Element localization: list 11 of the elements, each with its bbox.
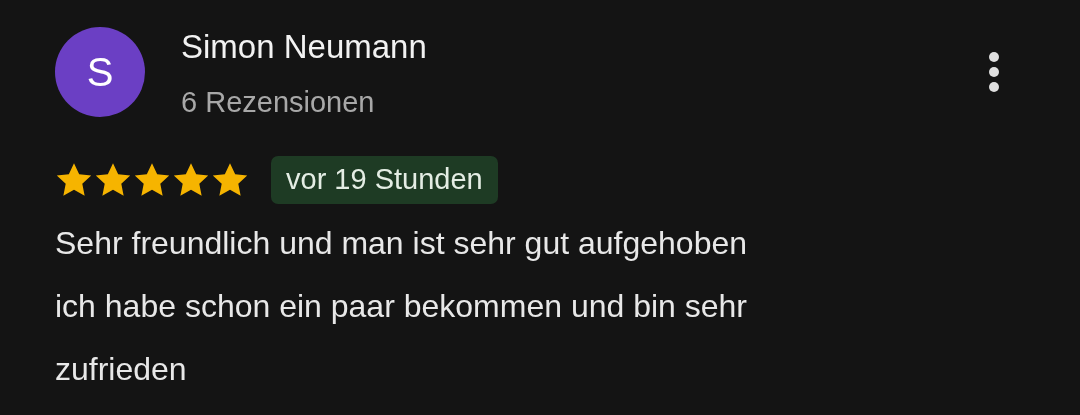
review-text: Sehr freundlich und man ist sehr gut aufgehoben ich habe schon ein paar bekommen und bin sehr zufrieden — [55, 224, 748, 389]
star-icon — [172, 162, 210, 198]
avatar: S — [55, 27, 145, 117]
star-icon — [94, 162, 132, 198]
star-icon — [55, 162, 93, 198]
time-badge: vor 19 Stunden — [271, 156, 498, 204]
star-icon — [133, 162, 171, 198]
star-icon — [211, 162, 249, 198]
more-options-icon[interactable] — [988, 51, 1000, 93]
author-name: Simon Neumann — [181, 27, 427, 67]
review-count: 6 Rezensionen — [181, 85, 376, 119]
